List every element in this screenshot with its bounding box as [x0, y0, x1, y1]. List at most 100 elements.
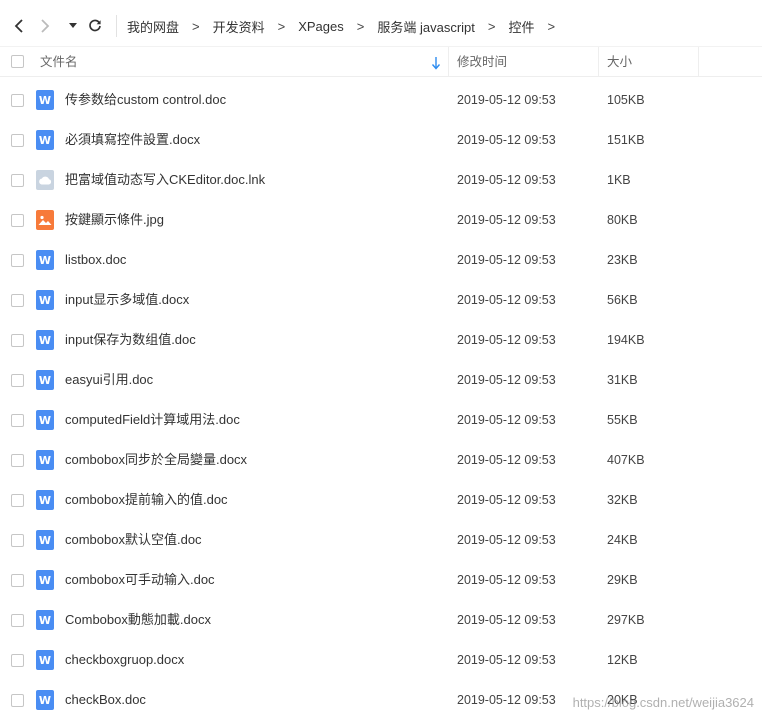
file-size: 55KB: [607, 413, 638, 427]
word-letter-glyph: W: [38, 413, 52, 427]
row-checkbox[interactable]: [11, 174, 24, 187]
word-letter-glyph: W: [38, 93, 52, 107]
file-name[interactable]: combobox同步於全局變量.docx: [65, 440, 247, 480]
word-letter-glyph: W: [38, 333, 52, 347]
word-document-icon: W: [36, 290, 54, 310]
word-letter-glyph: W: [38, 653, 52, 667]
breadcrumb-separator: >: [277, 18, 286, 34]
row-checkbox[interactable]: [11, 134, 24, 147]
row-checkbox[interactable]: [11, 374, 24, 387]
word-document-icon: W: [36, 610, 54, 630]
word-document-icon: W: [36, 90, 54, 110]
select-all-checkbox[interactable]: [11, 55, 24, 68]
file-row[interactable]: Wlistbox.doc 2019-05-12 09:53 23KB: [0, 240, 762, 280]
file-row[interactable]: Wcombobox可手动输入.doc 2019-05-12 09:53 29KB: [0, 560, 762, 600]
file-modified-time: 2019-05-12 09:53: [457, 653, 556, 667]
column-header-name[interactable]: 文件名: [40, 47, 78, 77]
file-row[interactable]: W Combobox動態加載.docx 2019-05-12 09:53 297KB: [0, 600, 762, 640]
file-modified-time: 2019-05-12 09:53: [457, 613, 556, 627]
breadcrumb-separator: >: [487, 18, 496, 34]
row-checkbox[interactable]: [11, 654, 24, 667]
file-row[interactable]: W 传参数给custom control.doc 2019-05-12 09:53 1…: [0, 80, 762, 120]
word-document-icon: W: [36, 490, 54, 510]
file-name[interactable]: input保存为数组值.doc: [65, 320, 196, 360]
file-name[interactable]: easyui引用.doc: [65, 360, 153, 400]
file-name[interactable]: checkboxgruop.docx: [65, 640, 184, 680]
file-size: 194KB: [607, 333, 645, 347]
refresh-button[interactable]: [82, 13, 108, 39]
file-row[interactable]: Wcombobox默认空值.doc 2019-05-12 09:53 24KB: [0, 520, 762, 560]
caret-down-icon: [69, 23, 77, 28]
column-header-size[interactable]: 大小: [607, 47, 632, 77]
column-divider[interactable]: [598, 47, 599, 77]
row-checkbox[interactable]: [11, 414, 24, 427]
file-modified-time: 2019-05-12 09:53: [457, 253, 556, 267]
file-name[interactable]: 把富域值动态写入CKEditor.doc.lnk: [65, 160, 265, 200]
breadcrumb-item[interactable]: XPages: [298, 19, 344, 34]
word-letter-glyph: W: [38, 693, 52, 707]
forward-button[interactable]: [32, 13, 58, 39]
file-name[interactable]: computedField计算域用法.doc: [65, 400, 240, 440]
breadcrumb-item[interactable]: 控件: [508, 17, 534, 36]
file-name[interactable]: combobox默认空值.doc: [65, 520, 202, 560]
file-name[interactable]: combobox提前输入的值.doc: [65, 480, 228, 520]
file-row[interactable]: W 必須填寫控件設置.docx 2019-05-12 09:53 151KB: [0, 120, 762, 160]
file-row[interactable]: 按鍵顯示條件.jpg 2019-05-12 09:53 80KB: [0, 200, 762, 240]
chevron-right-icon: [41, 19, 50, 33]
breadcrumb-item[interactable]: 我的网盘: [127, 17, 179, 36]
column-divider[interactable]: [448, 47, 449, 77]
file-name[interactable]: listbox.doc: [65, 240, 126, 280]
row-checkbox[interactable]: [11, 534, 24, 547]
file-name[interactable]: 必須填寫控件設置.docx: [65, 120, 200, 160]
row-checkbox[interactable]: [11, 94, 24, 107]
row-checkbox[interactable]: [11, 294, 24, 307]
file-name[interactable]: checkBox.doc: [65, 680, 146, 720]
file-row[interactable]: 把富域值动态写入CKEditor.doc.lnk 2019-05-12 09:53…: [0, 160, 762, 200]
row-checkbox[interactable]: [11, 454, 24, 467]
history-dropdown-button[interactable]: [66, 13, 80, 39]
file-modified-time: 2019-05-12 09:53: [457, 413, 556, 427]
file-row[interactable]: Wcombobox同步於全局變量.docx 2019-05-12 09:53 407…: [0, 440, 762, 480]
file-row[interactable]: Wcheckboxgruop.docx 2019-05-12 09:53 12KB: [0, 640, 762, 680]
file-row[interactable]: Winput保存为数组值.doc 2019-05-12 09:53 194KB: [0, 320, 762, 360]
word-document-icon: W: [36, 130, 54, 150]
file-modified-time: 2019-05-12 09:53: [457, 373, 556, 387]
sort-down-icon[interactable]: [431, 56, 441, 70]
nav-divider: [116, 15, 117, 37]
breadcrumb-item[interactable]: 服务端 javascript: [377, 17, 475, 36]
file-name[interactable]: combobox可手动输入.doc: [65, 560, 215, 600]
breadcrumb-item[interactable]: 开发资料: [213, 17, 265, 36]
word-letter-glyph: W: [38, 533, 52, 547]
file-name[interactable]: 按鍵顯示條件.jpg: [65, 200, 164, 240]
file-size: 56KB: [607, 293, 638, 307]
file-row[interactable]: Weasyui引用.doc 2019-05-12 09:53 31KB: [0, 360, 762, 400]
row-checkbox[interactable]: [11, 334, 24, 347]
file-size: 29KB: [607, 573, 638, 587]
file-name[interactable]: Combobox動態加載.docx: [65, 600, 211, 640]
word-letter-glyph: W: [38, 133, 52, 147]
file-size: 31KB: [607, 373, 638, 387]
column-divider[interactable]: [698, 47, 699, 77]
word-document-icon: W: [36, 450, 54, 470]
row-checkbox[interactable]: [11, 254, 24, 267]
back-button[interactable]: [6, 13, 32, 39]
word-document-icon: W: [36, 650, 54, 670]
word-document-icon: W: [36, 530, 54, 550]
column-header-modified[interactable]: 修改时间: [457, 47, 507, 77]
file-list-header: 文件名 修改时间 大小: [0, 46, 762, 77]
navigation-bar: 我的网盘 > 开发资料 > XPages > 服务端 javascript > 控件 >: [0, 6, 762, 46]
file-modified-time: 2019-05-12 09:53: [457, 133, 556, 147]
file-name[interactable]: 传参数给custom control.doc: [65, 80, 226, 120]
row-checkbox[interactable]: [11, 694, 24, 707]
row-checkbox[interactable]: [11, 214, 24, 227]
row-checkbox[interactable]: [11, 494, 24, 507]
file-name[interactable]: input显示多域值.docx: [65, 280, 189, 320]
file-row[interactable]: Winput显示多域值.docx 2019-05-12 09:53 56KB: [0, 280, 762, 320]
cloud-shortcut-icon: [36, 170, 54, 190]
word-document-icon: W: [36, 570, 54, 590]
row-checkbox[interactable]: [11, 574, 24, 587]
file-row[interactable]: Wcombobox提前输入的值.doc 2019-05-12 09:53 32KB: [0, 480, 762, 520]
watermark: https://blog.csdn.net/weijia3624: [572, 695, 754, 710]
row-checkbox[interactable]: [11, 614, 24, 627]
file-row[interactable]: WcomputedField计算域用法.doc 2019-05-12 09:53 5…: [0, 400, 762, 440]
